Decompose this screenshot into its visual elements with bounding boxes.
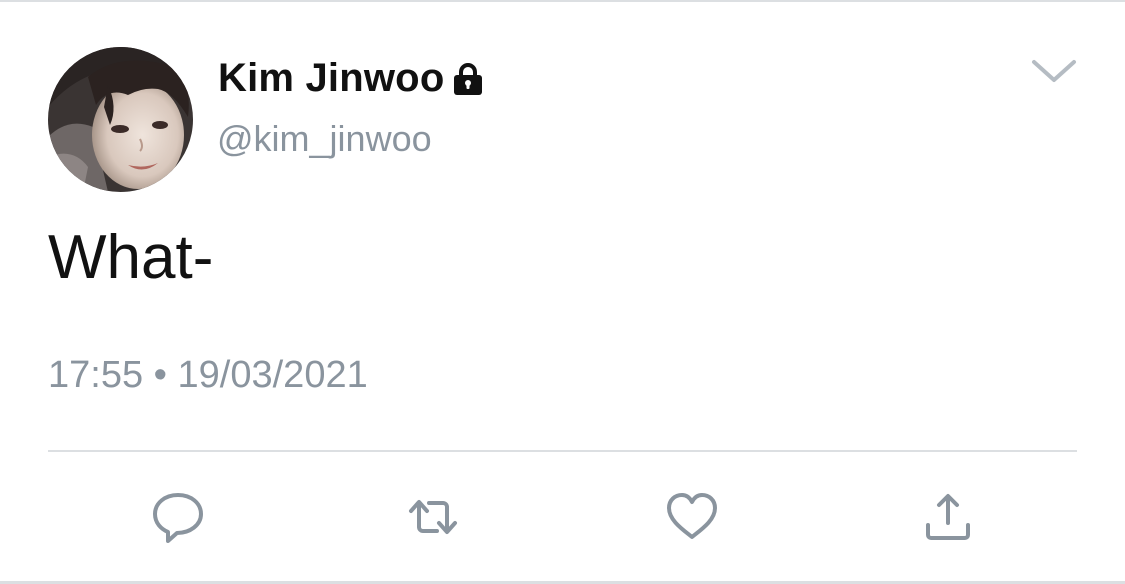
display-name[interactable]: Kim Jinwoo	[218, 56, 444, 101]
author-name-row[interactable]: Kim Jinwoo	[218, 56, 486, 101]
avatar[interactable]	[48, 47, 193, 192]
tweet-date: 19/03/2021	[177, 354, 368, 396]
tweet-timestamp[interactable]: 17:55 • 19/03/2021	[48, 354, 368, 397]
tweet-time: 17:55	[48, 354, 144, 396]
heart-icon[interactable]	[664, 489, 720, 545]
lock-icon	[450, 61, 486, 97]
share-icon[interactable]	[920, 489, 976, 545]
handle[interactable]: @kim_jinwoo	[217, 118, 432, 160]
tweet-card: Kim Jinwoo @kim_jinwoo What- 17:55 • 19/…	[0, 0, 1125, 584]
divider	[48, 450, 1077, 452]
chevron-down-icon[interactable]	[1030, 54, 1078, 88]
tweet-text: What-	[48, 223, 214, 292]
separator: •	[153, 354, 167, 396]
reply-icon[interactable]	[150, 489, 206, 545]
retweet-icon[interactable]	[405, 489, 461, 545]
